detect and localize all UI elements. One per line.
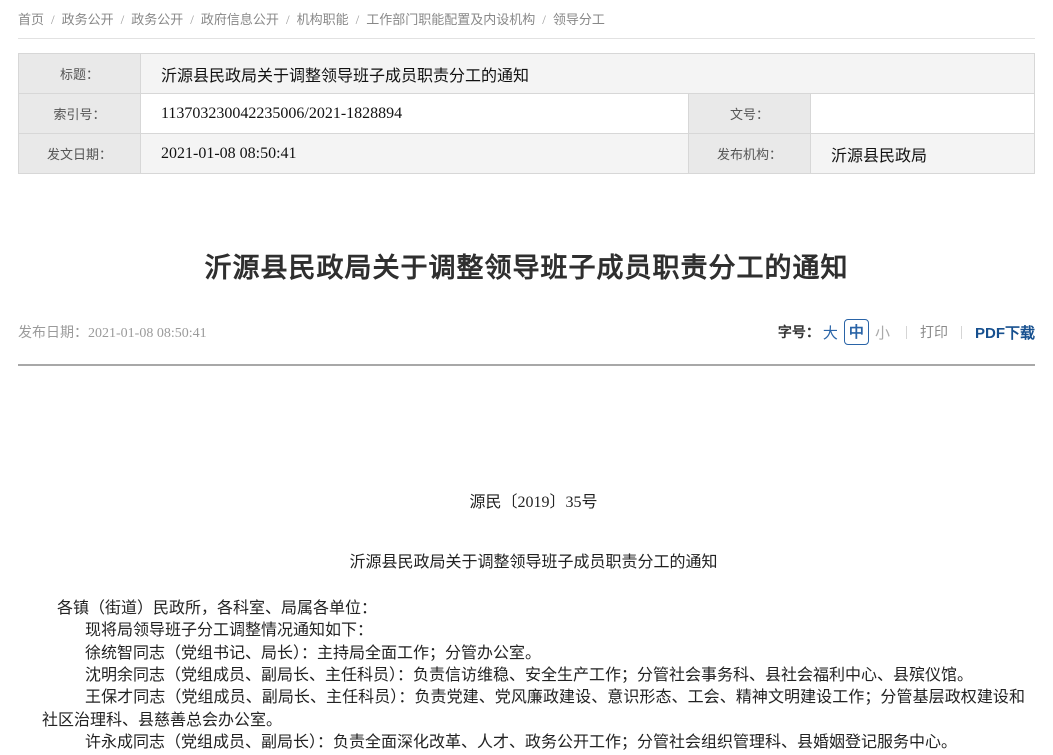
breadcrumb: 首页 / 政务公开 / 政务公开 / 政府信息公开 / 机构职能 / 工作部门职能配置及内设机构 / 领… [18, 0, 1035, 39]
table-row-title: 标题： 沂源县民政局关于调整领导班子成员职责分工的通知 [19, 54, 1035, 94]
article-paragraphs: 各镇（街道）民政所，各科室、局属各单位：现将局领导班子分工调整情况通知如下：徐统… [42, 598, 1025, 755]
font-small-button[interactable]: 小 [875, 322, 890, 343]
article-paragraph: 王保才同志（党组成员、副局长、主任科员）：负责党建、党风廉政建设、意识形态、工会… [42, 687, 1025, 732]
toolbar-separator: | [960, 324, 963, 341]
breadcrumb-item[interactable]: 领导分工 [553, 12, 605, 27]
breadcrumb-item[interactable]: 机构职能 [297, 12, 349, 27]
article-paragraph: 各镇（街道）民政所，各科室、局属各单位： [42, 598, 1025, 620]
index-number-value: 113703230042235006/2021-1828894 [141, 94, 689, 134]
breadcrumb-item[interactable]: 工作部门职能配置及内设机构 [366, 12, 535, 27]
doc-number-label: 文号： [689, 94, 811, 134]
breadcrumb-separator: / [121, 12, 125, 27]
font-large-button[interactable]: 大 [823, 322, 838, 343]
issue-date-value: 2021-01-08 08:50:41 [141, 134, 689, 174]
breadcrumb-separator: / [51, 12, 55, 27]
breadcrumb-separator: / [542, 12, 546, 27]
font-size-label: 字号： [778, 322, 820, 342]
breadcrumb-item[interactable]: 政务公开 [62, 12, 114, 27]
breadcrumb-item[interactable]: 政府信息公开 [201, 12, 279, 27]
title-value: 沂源县民政局关于调整领导班子成员职责分工的通知 [141, 54, 1035, 94]
meta-row: 发布日期：2021-01-08 08:50:41 字号： 大 中 小 | 打印 … [18, 319, 1035, 345]
article-paragraph: 现将局领导班子分工调整情况通知如下： [42, 620, 1025, 642]
doc-number-value [811, 94, 1035, 134]
title-label: 标题： [19, 54, 141, 94]
article-paragraph: 许永成同志（党组成员、副局长）：负责全面深化改革、人才、政务公开工作；分管社会组… [42, 732, 1025, 754]
toolbar: 字号： 大 中 小 | 打印 | PDF下载 [778, 319, 1035, 345]
font-medium-button[interactable]: 中 [844, 319, 869, 345]
article-paragraph: 徐统智同志（党组书记、局长）：主持局全面工作；分管办公室。 [42, 643, 1025, 665]
index-number-label: 索引号： [19, 94, 141, 134]
breadcrumb-item[interactable]: 政务公开 [131, 12, 183, 27]
breadcrumb-separator: / [286, 12, 290, 27]
table-row-date: 发文日期： 2021-01-08 08:50:41 发布机构： 沂源县民政局 [19, 134, 1035, 174]
breadcrumb-item[interactable]: 首页 [18, 12, 44, 27]
publish-date-value: 2021-01-08 08:50:41 [88, 326, 207, 341]
document-info-table: 标题： 沂源县民政局关于调整领导班子成员职责分工的通知 索引号： 1137032… [18, 53, 1035, 174]
breadcrumb-separator: / [190, 12, 194, 27]
table-row-index: 索引号： 113703230042235006/2021-1828894 文号： [19, 94, 1035, 134]
article-subtitle: 沂源县民政局关于调整领导班子成员职责分工的通知 [42, 552, 1025, 574]
doc-number: 源民〔2019〕35号 [42, 492, 1025, 514]
page: 首页 / 政务公开 / 政务公开 / 政府信息公开 / 机构职能 / 工作部门职能配置及内设机构 / 领… [0, 0, 1053, 755]
toolbar-separator: | [905, 324, 908, 341]
breadcrumb-separator: / [356, 12, 360, 27]
agency-label: 发布机构： [689, 134, 811, 174]
issue-date-label: 发文日期： [19, 134, 141, 174]
agency-value: 沂源县民政局 [811, 134, 1035, 174]
article-body: 源民〔2019〕35号 沂源县民政局关于调整领导班子成员职责分工的通知 各镇（街… [18, 366, 1035, 755]
publish-date: 发布日期：2021-01-08 08:50:41 [18, 322, 207, 342]
article-paragraph: 沈明余同志（党组成员、副局长、主任科员）：负责信访维稳、安全生产工作；分管社会事… [42, 665, 1025, 687]
publish-date-label: 发布日期： [18, 326, 88, 341]
pdf-download-button[interactable]: PDF下载 [975, 322, 1035, 343]
page-title: 沂源县民政局关于调整领导班子成员职责分工的通知 [18, 246, 1035, 285]
print-button[interactable]: 打印 [920, 322, 948, 342]
